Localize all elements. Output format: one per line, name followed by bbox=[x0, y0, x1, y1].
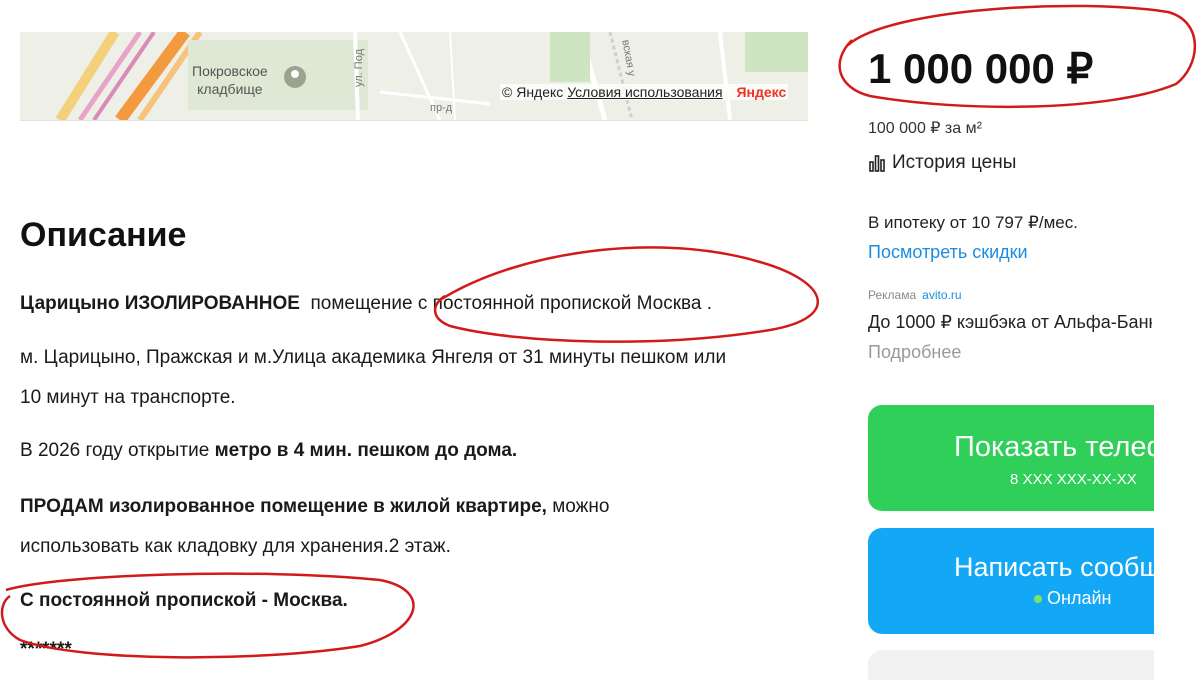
map-place-label: Покровское кладбище bbox=[192, 63, 268, 97]
description-paragraph-2: м. Царицыно, Пражская и м.Улица академик… bbox=[20, 347, 727, 408]
map-attribution: © Яндекс Условия использования Яндекс bbox=[500, 84, 789, 100]
price-history-label: История цены bbox=[892, 152, 1017, 173]
map-street-label: пр-д bbox=[430, 102, 453, 114]
yandex-logo: Яндекс bbox=[736, 84, 787, 100]
ad-more-link[interactable]: Подробнее bbox=[868, 342, 961, 363]
map-street-label: ул. Под bbox=[353, 49, 365, 87]
write-message-button[interactable]: Написать сообщение Онлайн bbox=[868, 528, 1154, 634]
bar-chart-icon bbox=[869, 155, 885, 172]
description-paragraph-5: С постоянной пропиской - Москва. bbox=[20, 590, 348, 611]
description-title: Описание bbox=[20, 216, 187, 254]
price: 1 000 000 ₽ bbox=[868, 45, 1094, 92]
price-history-link[interactable]: История цены bbox=[868, 152, 1016, 174]
description-paragraph-4: ПРОДАМ изолированное помещение в жилой к… bbox=[20, 496, 610, 557]
ad-text[interactable]: До 1000 ₽ кэшбэка от Альфа-Банка bbox=[868, 312, 1152, 333]
phone-mask: 8 XXX XXX-XX-XX bbox=[1010, 471, 1137, 488]
view-discounts-link[interactable]: Посмотреть скидки bbox=[868, 242, 1028, 263]
description-paragraph-1: Царицыно ИЗОЛИРОВАННОЕ помещение с посто… bbox=[20, 293, 713, 314]
description-paragraph-6: ******* bbox=[20, 639, 72, 660]
map-copyright: © Яндекс bbox=[502, 84, 564, 100]
write-message-label: Написать сообщение bbox=[954, 552, 1154, 582]
show-phone-label: Показать телефон bbox=[954, 431, 1154, 463]
description-paragraph-3: В 2026 году открытие метро в 4 мин. пешк… bbox=[20, 440, 518, 461]
map[interactable]: Покровское кладбище ул. Под пр-д вская у… bbox=[20, 32, 808, 121]
mortgage-info: В ипотеку от 10 797 ₽/мес. bbox=[868, 213, 1078, 232]
secondary-button[interactable] bbox=[868, 650, 1154, 680]
map-terms-link[interactable]: Условия использования bbox=[567, 84, 722, 100]
show-phone-button[interactable]: Показать телефон 8 XXX XXX-XX-XX bbox=[868, 405, 1154, 511]
ad-header: Реклама avito.ru bbox=[868, 288, 962, 302]
ad-label: Реклама bbox=[868, 288, 917, 302]
online-dot-icon bbox=[1034, 594, 1042, 603]
price-per-meter: 100 000 ₽ за м² bbox=[868, 120, 982, 137]
map-roads bbox=[20, 32, 808, 120]
online-status: Онлайн bbox=[1034, 588, 1111, 609]
ad-domain-link[interactable]: avito.ru bbox=[922, 288, 961, 302]
